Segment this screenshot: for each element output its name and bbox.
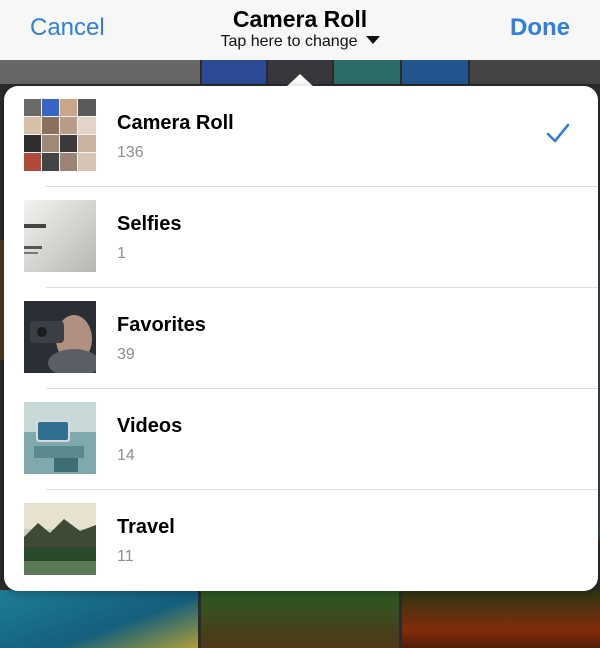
album-thumbnail	[24, 99, 96, 171]
album-row-selfies[interactable]: Selfies 1	[4, 187, 598, 288]
nav-subtitle-label: Tap here to change	[220, 33, 358, 50]
album-row-videos[interactable]: Videos 14	[4, 389, 598, 490]
album-name: Camera Roll	[117, 112, 234, 134]
navigation-bar: Cancel Camera Roll Tap here to change Do…	[0, 0, 600, 60]
album-name: Favorites	[117, 314, 206, 336]
album-name: Travel	[117, 516, 175, 538]
phone-on-glass-photo-image	[24, 402, 96, 474]
album-thumbnail	[24, 503, 96, 575]
album-count: 136	[117, 144, 144, 161]
mountain-lake-photo-image	[24, 503, 96, 575]
album-row-travel[interactable]: Travel 11	[4, 490, 598, 591]
album-count: 1	[117, 245, 126, 262]
album-count: 39	[117, 346, 135, 363]
photo-grid-collage-image	[24, 99, 96, 171]
album-thumbnail	[24, 402, 96, 474]
album-row-camera-roll[interactable]: Camera Roll 136	[4, 86, 598, 187]
album-thumbnail	[24, 301, 96, 373]
album-count: 14	[117, 447, 135, 464]
caret-down-icon	[365, 35, 380, 44]
done-button[interactable]: Done	[510, 14, 570, 42]
album-picker-popover: Camera Roll 136 Selfies 1 Favorites 39 V…	[4, 86, 598, 591]
album-thumbnail	[24, 200, 96, 272]
album-count: 11	[117, 548, 134, 565]
album-row-favorites[interactable]: Favorites 39	[4, 288, 598, 389]
checkmark-icon	[546, 123, 570, 143]
ios10-screen-photo-image	[24, 200, 96, 272]
album-name: Videos	[117, 415, 183, 437]
album-name: Selfies	[117, 213, 182, 235]
person-with-phone-photo-image	[24, 301, 96, 373]
